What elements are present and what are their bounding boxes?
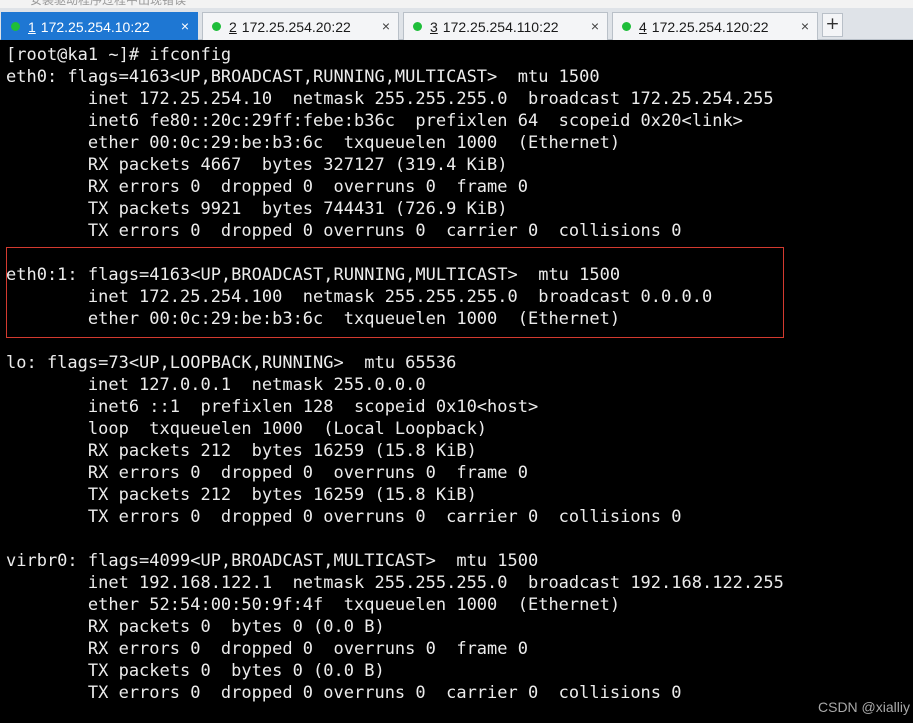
terminal-line: RX errors 0 dropped 0 overruns 0 frame 0 (6, 177, 528, 197)
terminal-line: ether 00:0c:29:be:b3:6c txqueuelen 1000 … (6, 133, 621, 153)
terminal-line: virbr0: flags=4099<UP,BROADCAST,MULTICAS… (6, 551, 539, 571)
session-tab-1[interactable]: 1 172.25.254.10:22 × (1, 12, 198, 40)
terminal-line: TX errors 0 dropped 0 overruns 0 carrier… (6, 221, 682, 241)
terminal-line: RX packets 0 bytes 0 (0.0 B) (6, 617, 385, 637)
tab-number: 3 (430, 18, 438, 35)
session-tab-bar: 1 172.25.254.10:22 × 2 172.25.254.20:22 … (0, 8, 913, 40)
terminal-line: lo: flags=73<UP,LOOPBACK,RUNNING> mtu 65… (6, 353, 457, 373)
watermark: CSDN @xialliy (818, 699, 910, 715)
tab-number: 2 (229, 18, 237, 35)
terminal-line: RX packets 212 bytes 16259 (15.8 KiB) (6, 441, 477, 461)
terminal-line: eth0:1: flags=4163<UP,BROADCAST,RUNNING,… (6, 265, 621, 285)
terminal-line: loop txqueuelen 1000 (Local Loopback) (6, 419, 488, 439)
terminal-line: TX errors 0 dropped 0 overruns 0 carrier… (6, 683, 682, 703)
session-tab-2[interactable]: 2 172.25.254.20:22 × (202, 12, 399, 40)
tab-label: 172.25.254.10:22 (40, 18, 150, 35)
terminal-line: RX errors 0 dropped 0 overruns 0 frame 0 (6, 639, 528, 659)
tab-label: 172.25.254.20:22 (241, 18, 351, 35)
connection-status-icon (11, 22, 20, 31)
top-banner: 安装驱动程序过程中出现错误 (0, 0, 913, 8)
new-tab-button[interactable]: + (822, 13, 843, 37)
terminal-output[interactable]: TX errors 0 dropped 0 overruns 0 carrier… (0, 40, 913, 723)
close-tab-icon[interactable]: × (591, 18, 599, 34)
tab-number: 1 (28, 18, 36, 35)
close-tab-icon[interactable]: × (181, 18, 189, 34)
terminal-line: TX packets 212 bytes 16259 (15.8 KiB) (6, 485, 477, 505)
session-tab-3[interactable]: 3 172.25.254.110:22 × (403, 12, 608, 40)
connection-status-icon (413, 22, 422, 31)
terminal-line: TX packets 0 bytes 0 (0.0 B) (6, 661, 385, 681)
terminal-line: inet6 fe80::20c:29ff:febe:b36c prefixlen… (6, 111, 743, 131)
connection-status-icon (212, 22, 221, 31)
terminal-window: 安装驱动程序过程中出现错误 1 172.25.254.10:22 × 2 172… (0, 0, 913, 723)
terminal-line: inet6 ::1 prefixlen 128 scopeid 0x10<hos… (6, 397, 539, 417)
terminal-line: ether 00:0c:29:be:b3:6c txqueuelen 1000 … (6, 309, 621, 329)
terminal-line: inet 172.25.254.100 netmask 255.255.255.… (6, 287, 713, 307)
session-tab-4[interactable]: 4 172.25.254.120:22 × (612, 12, 818, 40)
terminal-line: inet 192.168.122.1 netmask 255.255.255.0… (6, 573, 784, 593)
terminal-line: RX packets 4667 bytes 327127 (319.4 KiB) (6, 155, 508, 175)
terminal-line: eth0: flags=4163<UP,BROADCAST,RUNNING,MU… (6, 67, 600, 87)
terminal-line: RX errors 0 dropped 0 overruns 0 frame 0 (6, 463, 528, 483)
terminal-line: inet 172.25.254.10 netmask 255.255.255.0… (6, 89, 774, 109)
tab-label: 172.25.254.110:22 (442, 18, 559, 35)
tab-number: 4 (639, 18, 647, 35)
connection-status-icon (622, 22, 631, 31)
terminal-line: inet 127.0.0.1 netmask 255.0.0.0 (6, 375, 426, 395)
tab-label: 172.25.254.120:22 (651, 18, 769, 35)
close-tab-icon[interactable]: × (382, 18, 390, 34)
top-banner-text: 安装驱动程序过程中出现错误 (30, 0, 187, 7)
close-tab-icon[interactable]: × (801, 18, 809, 34)
terminal-line: ether 52:54:00:50:9f:4f txqueuelen 1000 … (6, 595, 621, 615)
terminal-line: TX packets 9921 bytes 744431 (726.9 KiB) (6, 199, 508, 219)
terminal-line: [root@ka1 ~]# ifconfig (6, 45, 232, 65)
terminal-line: TX errors 0 dropped 0 overruns 0 carrier… (6, 507, 682, 527)
